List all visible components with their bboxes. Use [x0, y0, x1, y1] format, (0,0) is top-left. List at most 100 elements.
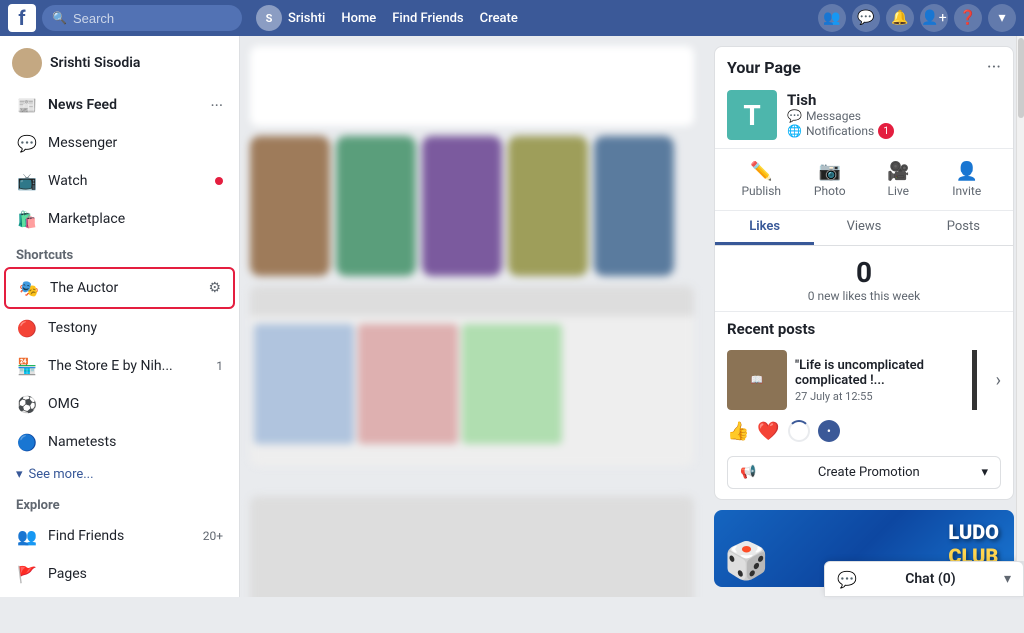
- messenger-icon: 💬: [16, 132, 38, 154]
- notifications-label: Notifications: [806, 124, 874, 138]
- people-icon-btn[interactable]: 👥: [818, 4, 846, 32]
- live-action-btn[interactable]: 🎥 Live: [864, 157, 933, 202]
- like-reaction: 👍: [727, 421, 749, 442]
- reaction-blue-circle: •: [818, 420, 840, 442]
- recent-post-text: "Life is uncomplicated complicated !...: [795, 358, 988, 388]
- the-store-icon: 🏪: [16, 355, 38, 377]
- chat-icon: 💬: [837, 570, 857, 589]
- notifications-page-icon: 🌐: [787, 124, 802, 138]
- find-friends-link[interactable]: Find Friends: [392, 11, 463, 26]
- sidebar-item-nametests[interactable]: 🔵 Nametests: [4, 423, 235, 461]
- live-icon: 🎥: [887, 161, 909, 182]
- page-options-dots[interactable]: ···: [987, 57, 1001, 78]
- chat-bar-label: Chat (0): [905, 571, 955, 587]
- messages-label: Messages: [806, 109, 861, 123]
- chat-bar[interactable]: 💬 Chat (0) ▾: [824, 561, 1024, 597]
- recent-posts-label: Recent posts: [715, 311, 1013, 344]
- news-feed-label: News Feed: [48, 97, 117, 113]
- news-feed-icon: 📰: [16, 94, 38, 116]
- help-icon-btn[interactable]: ❓: [954, 4, 982, 32]
- photo-action-btn[interactable]: 📷 Photo: [796, 157, 865, 202]
- blurred-feed: [240, 36, 704, 597]
- tab-views[interactable]: Views: [814, 211, 913, 245]
- publish-action-btn[interactable]: ✏️ Publish: [727, 157, 796, 202]
- search-bar[interactable]: 🔍: [42, 5, 242, 31]
- home-link[interactable]: Home: [341, 11, 376, 26]
- the-auctor-settings-icon: ⚙: [208, 280, 221, 296]
- testony-label: Testony: [48, 320, 97, 336]
- your-page-header: Your Page ···: [715, 47, 1013, 84]
- publish-label: Publish: [741, 184, 781, 198]
- create-promotion-btn[interactable]: 📢 Create Promotion ▾: [727, 456, 1001, 489]
- dropdown-icon-btn[interactable]: ▾: [988, 4, 1016, 32]
- publish-icon: ✏️: [750, 161, 772, 182]
- nav-username: Srishti: [288, 11, 325, 26]
- nav-links: Home Find Friends Create: [341, 11, 518, 26]
- tab-likes[interactable]: Likes: [715, 211, 814, 245]
- chat-collapse-icon[interactable]: ▾: [1004, 571, 1011, 587]
- sidebar-item-groups[interactable]: 👤 Groups: [4, 593, 235, 597]
- your-page-card: Your Page ··· T Tish 💬 Messages 🌐 Notifi…: [714, 46, 1014, 500]
- sidebar-item-watch[interactable]: 📺 Watch: [4, 162, 235, 200]
- create-link[interactable]: Create: [480, 11, 518, 26]
- watch-icon: 📺: [16, 170, 38, 192]
- pages-label: Pages: [48, 566, 87, 582]
- nametests-label: Nametests: [48, 434, 116, 450]
- post-reactions: 👍 ❤️ •: [715, 416, 1013, 450]
- top-navigation: f 🔍 S Srishti Home Find Friends Create 👥…: [0, 0, 1024, 36]
- megaphone-icon: 📢: [740, 465, 756, 480]
- photo-icon: 📷: [819, 161, 841, 182]
- photo-label: Photo: [814, 184, 846, 198]
- page-notifications-row: 🌐 Notifications 1: [787, 123, 894, 139]
- search-input[interactable]: [73, 11, 213, 26]
- user-avatar: [12, 48, 42, 78]
- news-feed-dots[interactable]: ···: [210, 96, 223, 115]
- heart-reaction: ❤️: [757, 421, 779, 442]
- sidebar-item-the-store[interactable]: 🏪 The Store E by Nih... 1: [4, 347, 235, 385]
- messenger-icon-btn[interactable]: 💬: [852, 4, 880, 32]
- sidebar-item-testony[interactable]: 🔴 Testony: [4, 309, 235, 347]
- likes-subtitle: 0 new likes this week: [715, 289, 1013, 311]
- page-name: Tish: [787, 91, 894, 109]
- create-promotion-label: Create Promotion: [818, 465, 920, 480]
- sidebar: Srishti Sisodia 📰 News Feed ··· 💬 Messen…: [0, 36, 240, 597]
- explore-label: Explore: [0, 488, 239, 517]
- invite-action-btn[interactable]: 👤 Invite: [933, 157, 1002, 202]
- find-friends-count: 20+: [203, 529, 223, 543]
- your-page-title: Your Page: [727, 58, 801, 77]
- chevron-down-icon: ▾: [16, 467, 23, 482]
- see-more-shortcuts[interactable]: ▾ See more...: [0, 461, 239, 488]
- chevron-down-promo-icon: ▾: [981, 465, 988, 480]
- nav-icons: 👥 💬 🔔 👤+ ❓ ▾: [818, 4, 1016, 32]
- recent-post-date: 27 July at 12:55: [795, 390, 988, 403]
- recent-post-item[interactable]: 📖 "Life is uncomplicated complicated !..…: [715, 344, 1013, 416]
- scrollbar-track[interactable]: [1016, 36, 1024, 561]
- sidebar-item-messenger[interactable]: 💬 Messenger: [4, 124, 235, 162]
- page-messages-row: 💬 Messages: [787, 109, 894, 123]
- the-store-label: The Store E by Nih...: [48, 358, 173, 374]
- watch-badge: [215, 177, 223, 185]
- marketplace-label: Marketplace: [48, 211, 125, 227]
- scrollbar-thumb[interactable]: [1018, 38, 1024, 118]
- facebook-logo[interactable]: f: [8, 4, 36, 32]
- sidebar-item-find-friends[interactable]: 👥 Find Friends 20+: [4, 517, 235, 555]
- dice-icon: 🎲: [724, 540, 769, 582]
- friends-icon-btn[interactable]: 👤+: [920, 4, 948, 32]
- the-store-count: 1: [216, 359, 223, 373]
- likes-count: 0: [715, 246, 1013, 289]
- the-auctor-label: The Auctor: [50, 280, 118, 296]
- search-icon: 🔍: [52, 11, 67, 25]
- pages-icon: 🚩: [16, 563, 38, 585]
- tab-posts[interactable]: Posts: [914, 211, 1013, 245]
- sidebar-item-omg[interactable]: ⚽ OMG: [4, 385, 235, 423]
- page-actions-row: ✏️ Publish 📷 Photo 🎥 Live 👤 Invite: [715, 148, 1013, 211]
- page-avatar: T: [727, 90, 777, 140]
- nametests-icon: 🔵: [16, 431, 38, 453]
- sidebar-user[interactable]: Srishti Sisodia: [0, 36, 239, 86]
- sidebar-item-pages[interactable]: 🚩 Pages: [4, 555, 235, 593]
- next-post-btn[interactable]: ›: [996, 370, 1001, 391]
- sidebar-item-marketplace[interactable]: 🛍️ Marketplace: [4, 200, 235, 238]
- sidebar-item-the-auctor[interactable]: 🎭 The Auctor ⚙: [4, 267, 235, 309]
- sidebar-item-news-feed[interactable]: 📰 News Feed ···: [4, 86, 235, 124]
- notifications-icon-btn[interactable]: 🔔: [886, 4, 914, 32]
